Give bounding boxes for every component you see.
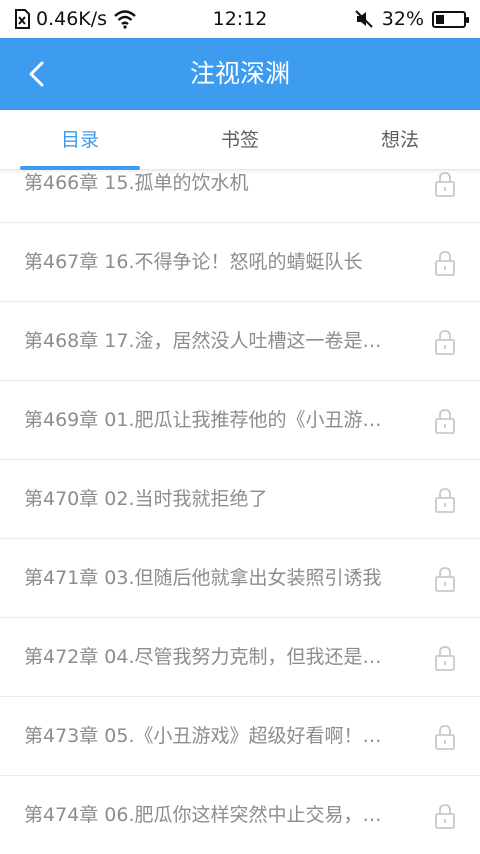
active-tab-indicator bbox=[20, 166, 140, 170]
chapter-list: 第466章 15.孤单的饮水机第467章 16.不得争论！怒吼的蜻蜓队长 第468… bbox=[0, 170, 480, 854]
chapter-title: 第467章 16.不得争论！怒吼的蜻蜓队长 bbox=[24, 251, 363, 273]
tab-bookmarks[interactable]: 书签 bbox=[160, 110, 320, 170]
chapter-title: 第470章 02.当时我就拒绝了 bbox=[24, 488, 268, 510]
chapter-title: 第472章 04.尽管我努力克制，但我还是… bbox=[24, 646, 382, 668]
page-title: 注视深渊 bbox=[189, 59, 290, 88]
lock-icon bbox=[435, 646, 455, 671]
tab-bar: 目录 书签 想法 bbox=[0, 110, 480, 170]
chapter-list-viewport[interactable]: 第466章 15.孤单的饮水机第467章 16.不得争论！怒吼的蜻蜓队长 第468… bbox=[0, 170, 480, 854]
lock-icon bbox=[435, 330, 455, 355]
chapter-row[interactable]: 第469章 01.肥瓜让我推荐他的《小丑游… bbox=[0, 381, 480, 460]
battery-fill bbox=[436, 14, 444, 24]
battery-percent: 32% bbox=[381, 8, 424, 30]
lock-icon bbox=[435, 725, 455, 750]
lock-icon bbox=[435, 172, 455, 197]
chapter-title: 第474章 06.肥瓜你这样突然中止交易，… bbox=[24, 804, 382, 826]
chapter-title: 第468章 17.淦，居然没人吐槽这一卷是… bbox=[24, 330, 382, 352]
lock-icon bbox=[435, 488, 455, 513]
battery-icon bbox=[432, 10, 469, 28]
status-right: 32% bbox=[354, 0, 469, 38]
chapter-row[interactable]: 第467章 16.不得争论！怒吼的蜻蜓队长 bbox=[0, 223, 480, 302]
chapter-row[interactable]: 第468章 17.淦，居然没人吐槽这一卷是… bbox=[0, 302, 480, 381]
chapter-row[interactable]: 第470章 02.当时我就拒绝了 bbox=[0, 460, 480, 539]
chapter-row[interactable]: 第466章 15.孤单的饮水机 bbox=[0, 170, 480, 223]
lock-icon bbox=[435, 567, 455, 592]
lock-icon bbox=[435, 251, 455, 276]
app-bar: 注视深渊 bbox=[0, 38, 480, 110]
chapter-row[interactable]: 第474章 06.肥瓜你这样突然中止交易，… bbox=[0, 776, 480, 854]
chapter-title: 第466章 15.孤单的饮水机 bbox=[24, 172, 249, 194]
chapter-title: 第469章 01.肥瓜让我推荐他的《小丑游… bbox=[24, 409, 382, 431]
chapter-row[interactable]: 第471章 03.但随后他就拿出女装照引诱我 bbox=[0, 539, 480, 618]
tab-catalog[interactable]: 目录 bbox=[0, 110, 160, 170]
chapter-title: 第473章 05.《小丑游戏》超级好看啊！… bbox=[24, 725, 382, 747]
lock-icon bbox=[435, 804, 455, 829]
chapter-row[interactable]: 第473章 05.《小丑游戏》超级好看啊！… bbox=[0, 697, 480, 776]
tab-thoughts[interactable]: 想法 bbox=[320, 110, 480, 170]
chapter-title: 第471章 03.但随后他就拿出女装照引诱我 bbox=[24, 567, 382, 589]
lock-icon bbox=[435, 409, 455, 434]
chapter-row[interactable]: 第472章 04.尽管我努力克制，但我还是… bbox=[0, 618, 480, 697]
status-bar: 0.46K/s 12:12 32% bbox=[0, 0, 480, 38]
mute-icon bbox=[355, 10, 373, 28]
